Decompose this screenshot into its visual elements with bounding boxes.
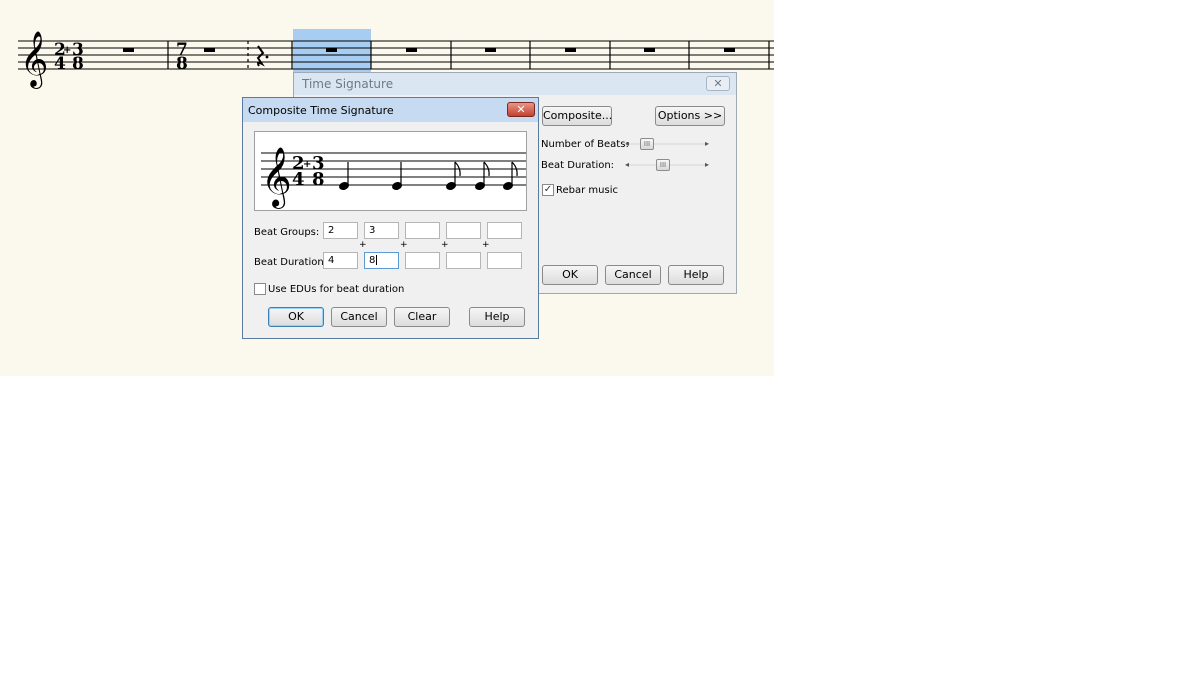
score-ts-bottom: 4	[54, 54, 66, 74]
clear-button[interactable]: Clear	[394, 307, 450, 327]
cancel-button[interactable]: Cancel	[605, 265, 661, 285]
number-of-beats-slider[interactable]: ◂ ▸ III	[622, 138, 712, 150]
options-button[interactable]: Options >>	[655, 106, 725, 126]
time-signature-title: Time Signature	[302, 77, 394, 91]
composite-title: Composite Time Signature	[248, 104, 394, 117]
ok-button[interactable]: OK	[268, 307, 324, 327]
beat-group-field-2[interactable]: 3	[364, 222, 399, 239]
beat-duration-slider[interactable]: ◂ ▸ III	[622, 159, 712, 171]
rebar-checkbox[interactable]: ✓	[542, 184, 554, 196]
number-of-beats-thumb[interactable]: III	[640, 138, 654, 150]
cancel-button[interactable]: Cancel	[331, 307, 387, 327]
slider-left-arrow-icon[interactable]: ◂	[625, 138, 629, 150]
treble-clef-icon: 𝄞	[261, 147, 292, 209]
preview-ts-bottom2: 8	[312, 169, 325, 190]
beat-duration-label: Beat Duration:	[254, 257, 328, 268]
beat-duration-field-1[interactable]: 4	[323, 252, 358, 269]
selected-measure-highlight	[293, 29, 371, 78]
use-edus-checkbox[interactable]	[254, 283, 266, 295]
composite-preview: 𝄞 2 + 3 4 8	[254, 131, 527, 211]
beat-group-field-3[interactable]	[405, 222, 440, 239]
slider-left-arrow-icon[interactable]: ◂	[625, 159, 629, 171]
beat-duration-field-2-value: 8	[369, 255, 376, 266]
plus-sign: +	[359, 240, 367, 250]
composite-time-signature-dialog: Composite Time Signature ✕ 𝄞 2 + 3 4 8 B…	[242, 97, 539, 339]
slider-right-arrow-icon[interactable]: ▸	[705, 159, 709, 171]
slider-right-arrow-icon[interactable]: ▸	[705, 138, 709, 150]
plus-sign: +	[400, 240, 408, 250]
number-of-beats-label: Number of Beats:	[541, 139, 629, 150]
rebar-label: Rebar music	[556, 185, 618, 196]
preview-staff: 𝄞 2 + 3 4 8	[261, 147, 527, 209]
plus-sign: +	[482, 240, 490, 250]
help-button[interactable]: Help	[668, 265, 724, 285]
beat-group-field-5[interactable]	[487, 222, 522, 239]
ok-button[interactable]: OK	[542, 265, 598, 285]
plus-sign: +	[441, 240, 449, 250]
use-edus-label: Use EDUs for beat duration	[268, 284, 405, 295]
time-signature-titlebar[interactable]: Time Signature ✕	[294, 73, 736, 95]
beat-group-field-4[interactable]	[446, 222, 481, 239]
close-icon[interactable]: ✕	[507, 102, 535, 117]
preview-notes	[339, 161, 518, 190]
rest-dot	[265, 55, 269, 59]
beat-duration-field-5[interactable]	[487, 252, 522, 269]
treble-clef-icon: 𝄞	[20, 31, 48, 89]
close-icon[interactable]: ✕	[706, 76, 730, 91]
beat-duration-thumb[interactable]: III	[656, 159, 670, 171]
beat-duration-field-2[interactable]: 8	[364, 252, 399, 269]
beat-duration-field-4[interactable]	[446, 252, 481, 269]
beat-groups-label: Beat Groups:	[254, 227, 320, 238]
quarter-rest-icon	[256, 45, 265, 67]
preview-ts-bottom: 4	[292, 169, 305, 190]
beat-duration-label: Beat Duration:	[541, 160, 615, 171]
beat-group-field-1[interactable]: 2	[323, 222, 358, 239]
beat-duration-field-3[interactable]	[405, 252, 440, 269]
composite-button[interactable]: Composite...	[542, 106, 612, 126]
text-caret	[376, 255, 378, 265]
score-ts-bottom2: 8	[72, 54, 84, 74]
help-button[interactable]: Help	[469, 307, 525, 327]
whole-rests	[123, 48, 735, 52]
score-ts2-bottom: 8	[176, 54, 188, 74]
composite-titlebar[interactable]: Composite Time Signature ✕	[243, 98, 538, 122]
